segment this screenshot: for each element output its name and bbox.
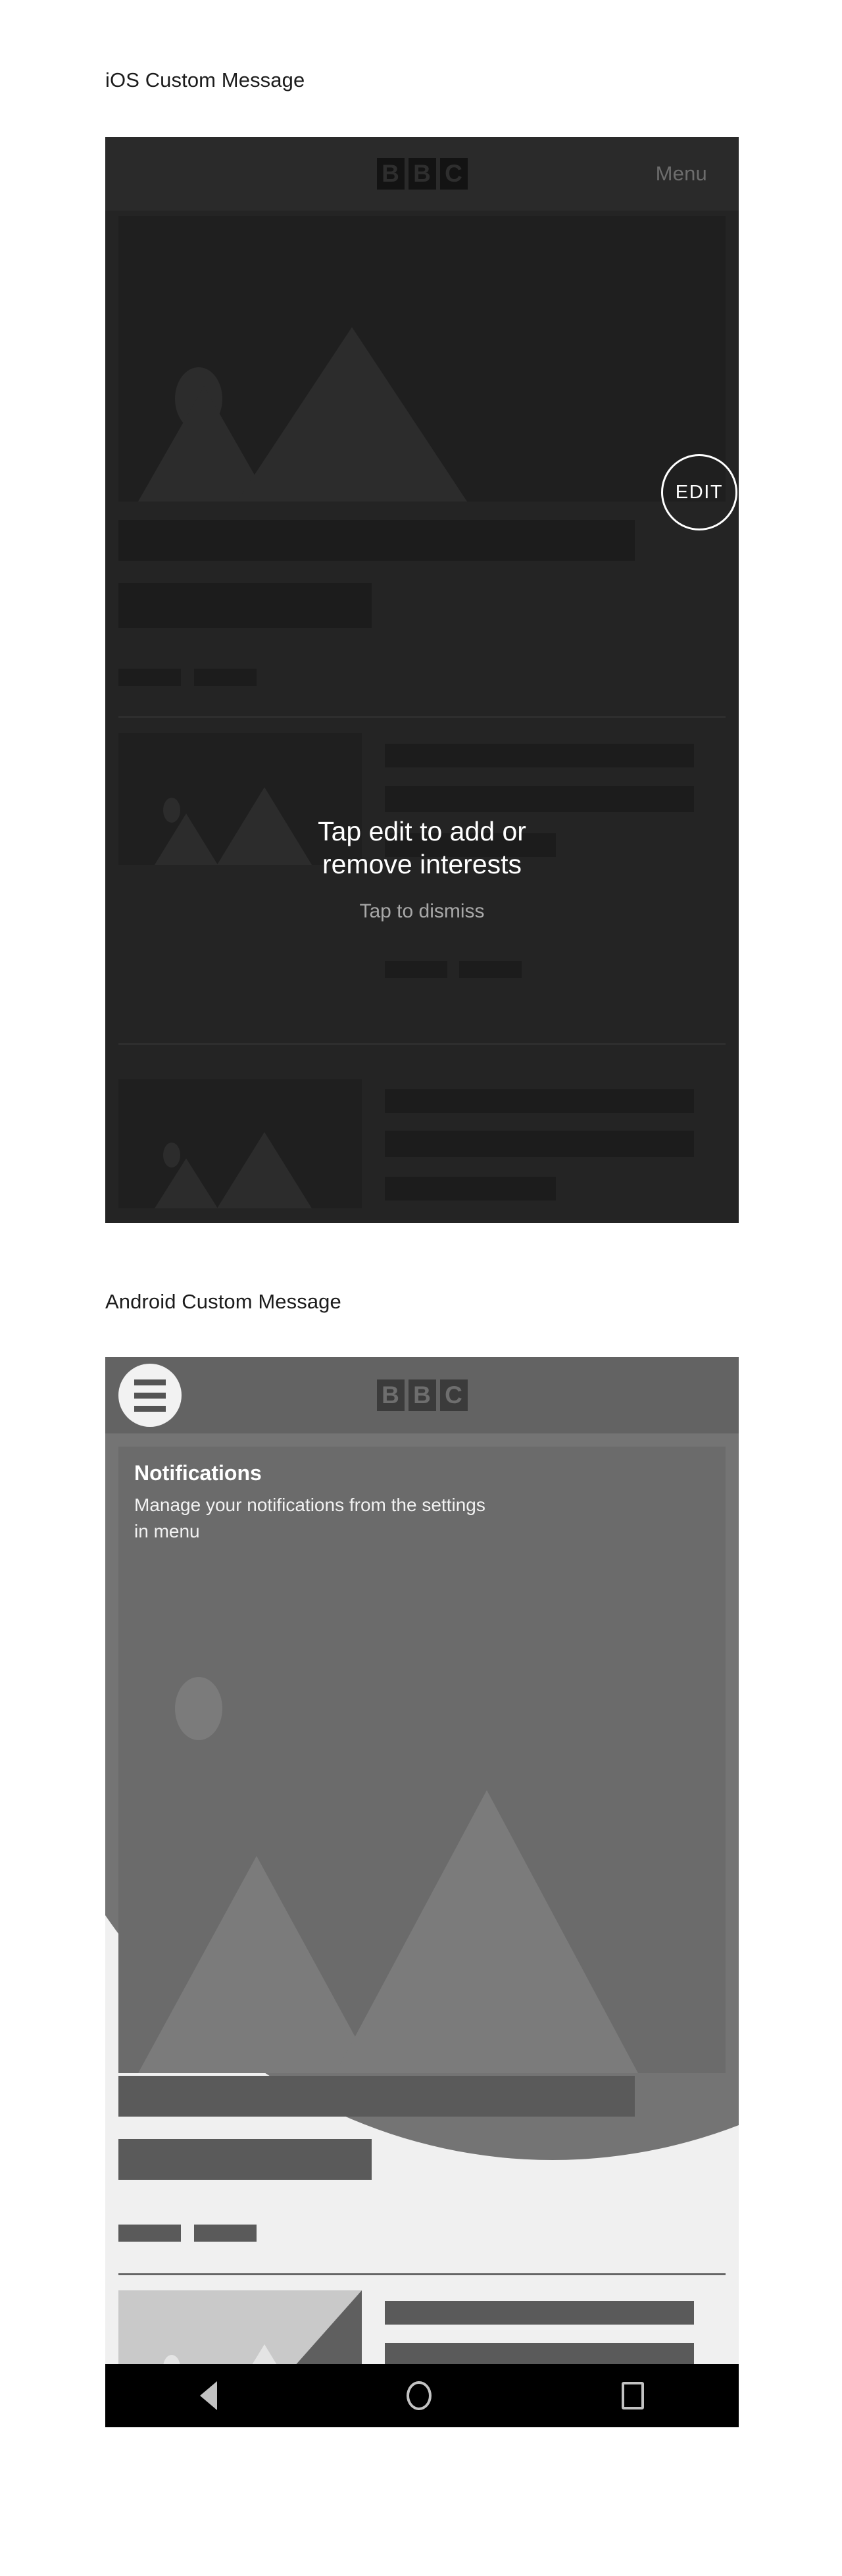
android-phone-frame: B B C Notifications Manage your notifica… xyxy=(105,1357,739,2427)
android-section-title: Android Custom Message xyxy=(105,1290,341,1313)
android-topbar: B B C xyxy=(105,1357,739,1433)
hamburger-bar-3 xyxy=(134,1405,166,1412)
android-navigation-bar xyxy=(105,2364,739,2427)
nav-home-button[interactable] xyxy=(407,2381,432,2410)
skeleton-bar xyxy=(385,2301,694,2325)
notification-body-line2: in menu xyxy=(134,1521,200,1541)
edit-button-label: EDIT xyxy=(675,481,724,503)
skeleton-bar xyxy=(118,669,181,686)
skeleton-bar xyxy=(385,1177,556,1200)
skeleton-bar xyxy=(118,2139,372,2180)
android-screen: B B C Notifications Manage your notifica… xyxy=(105,1357,739,2427)
bbc-logo-icon: B B C xyxy=(376,158,468,190)
skeleton-bar xyxy=(118,520,635,561)
skeleton-bar xyxy=(385,786,694,812)
hamburger-bar-2 xyxy=(134,1392,166,1399)
nav-back-button[interactable] xyxy=(200,2381,218,2410)
bbc-logo-letter-1: B xyxy=(376,1379,405,1411)
divider xyxy=(118,716,726,718)
placeholder-peak-large-icon xyxy=(335,1790,638,2073)
ios-hero-image-placeholder xyxy=(118,216,726,502)
ios-screen: B B C Menu EDIT Tap edit to add or remov… xyxy=(105,137,739,1223)
skeleton-bar xyxy=(459,961,522,978)
android-notification-callout: Notifications Manage your notifications … xyxy=(117,1449,727,1562)
notification-title: Notifications xyxy=(134,1461,262,1485)
skeleton-bar xyxy=(385,744,694,767)
skeleton-bar xyxy=(118,583,372,628)
placeholder-sun-icon xyxy=(175,1677,222,1740)
skeleton-thumbnail xyxy=(118,1079,362,1208)
placeholder-peak-small-icon xyxy=(155,1158,218,1208)
placeholder-peak-large-icon xyxy=(237,327,467,502)
skeleton-bar xyxy=(118,2076,635,2117)
skeleton-bar xyxy=(385,1089,694,1113)
ios-phone-frame: B B C Menu EDIT Tap edit to add or remov… xyxy=(105,137,739,1223)
divider xyxy=(118,1043,726,1045)
notification-body-line1: Manage your notifications from the setti… xyxy=(134,1495,485,1515)
skeleton-bar xyxy=(118,2225,181,2242)
skeleton-bar xyxy=(194,2225,257,2242)
skeleton-bar xyxy=(194,669,257,686)
ios-dismiss-hint[interactable]: Tap to dismiss xyxy=(105,900,739,923)
skeleton-bar xyxy=(385,1131,694,1157)
placeholder-peak-large-icon xyxy=(217,1132,312,1208)
skeleton-bar xyxy=(385,961,447,978)
divider xyxy=(118,2273,726,2275)
bbc-logo-letter-1: B xyxy=(376,158,405,190)
nav-recents-button[interactable] xyxy=(621,2382,644,2409)
ios-overlay-message: Tap edit to add or remove interests xyxy=(105,815,739,881)
ios-overlay-message-line2: remove interests xyxy=(322,849,522,879)
bbc-logo-letter-3: C xyxy=(439,1379,468,1411)
page-root: iOS Custom Message B B C Menu EDIT Tap e… xyxy=(0,0,842,2576)
hamburger-bar-1 xyxy=(134,1379,166,1385)
ios-overlay-message-line1: Tap edit to add or xyxy=(318,816,526,846)
edit-button[interactable]: EDIT xyxy=(661,454,737,530)
ios-menu-button[interactable]: Menu xyxy=(656,162,707,186)
ios-topbar: B B C Menu xyxy=(105,137,739,211)
ios-section-title: iOS Custom Message xyxy=(105,68,305,91)
bbc-logo-letter-2: B xyxy=(408,158,436,190)
bbc-logo-letter-3: C xyxy=(439,158,468,190)
bbc-logo-icon: B B C xyxy=(376,1379,468,1411)
hamburger-menu-button[interactable] xyxy=(118,1364,182,1427)
bbc-logo-letter-2: B xyxy=(408,1379,436,1411)
